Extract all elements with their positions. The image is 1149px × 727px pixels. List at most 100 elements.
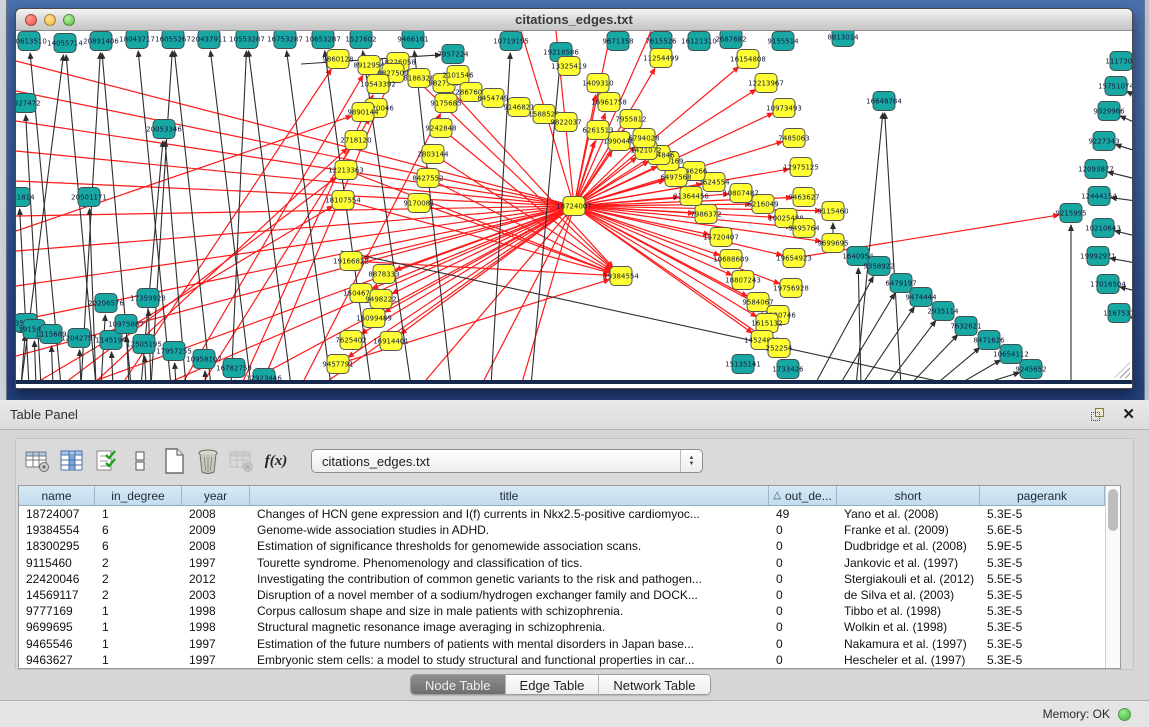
graph-node-label: 16099489 [356,315,392,323]
table-cell: 5.9E-5 [980,538,1105,554]
table-cell: Estimation of the future numbers of pati… [250,636,769,652]
column-header-in_degree[interactable]: in_degree [95,486,182,505]
graph-node-label: 7986372 [690,211,721,219]
table-settings-button[interactable] [21,445,55,477]
graph-node-label: 9115460 [817,208,848,216]
graph-node-label: 17359928 [130,295,166,303]
graph-node-label: 10973493 [766,105,802,113]
delete-table-icon [229,449,255,473]
table-cell: 18724007 [19,506,95,522]
table-cell: 1997 [182,652,250,668]
table-cell: 14569117 [19,587,95,603]
graph-node-label: 10975887 [108,321,144,329]
graph-node-label: 14055714 [47,40,83,48]
table-row[interactable]: 977716911998Corpus callosum shape and si… [19,603,1105,619]
table-panel: Table Panel ✕ [0,400,1149,727]
table-cell: 1997 [182,636,250,652]
tab-network-table[interactable]: Network Table [599,675,709,694]
column-header-name[interactable]: name [19,486,95,505]
graph-node-label: 252254 [766,345,793,353]
graph-node-label: 9822037 [550,119,581,127]
table-source-select[interactable]: citations_edges.txt ▲ ▼ [311,449,703,473]
table-cell: 6 [95,538,182,554]
table-cell: 18300295 [19,538,95,554]
table-row[interactable]: 1872400712008Changes of HCN gene express… [19,506,1105,522]
table-cell: 1998 [182,619,250,635]
panel-title: Table Panel [10,407,1091,422]
graph-node-label: 10719195 [493,38,529,46]
graph-node-label: 9474444 [905,294,937,302]
graph-node-label: 16961758 [591,99,627,107]
delete-table-button[interactable] [225,445,259,477]
table-cell: 9115460 [19,555,95,571]
graph-node-label: 9463627 [788,194,819,202]
graph-node-label: 7957224 [437,51,469,59]
table-row[interactable]: 1830029562008Estimation of significance … [19,538,1105,554]
delete-attribute-button[interactable] [191,445,225,477]
graph-node-label: 11254499 [643,55,679,63]
new-file-icon [162,448,186,474]
table-tabs: Node TableEdge TableNetwork Table [410,674,711,695]
graph-node-label: 19218586 [543,49,579,57]
table-cell: Dudbridge et al. (2008) [837,538,980,554]
graph-node-label: 6794028 [628,135,659,143]
graph-edge [145,356,146,380]
tab-node-table[interactable]: Node Table [411,675,506,694]
close-panel-icon[interactable]: ✕ [1122,407,1135,422]
zoom-window-icon[interactable] [63,14,75,26]
table-row[interactable]: 1456911722003Disruption of a novel membe… [19,587,1105,603]
table-cell: Disruption of a novel member of a sodium… [250,587,769,603]
graph-edge [1120,116,1132,123]
show-columns-button[interactable] [55,445,89,477]
table-cell: 1 [95,619,182,635]
graph-node-label: 9495764 [788,225,820,233]
network-canvas[interactable]: 2061351014055714208914061804371716055267… [16,31,1132,384]
scrollbar-thumb[interactable] [1108,489,1118,531]
table-row[interactable]: 946362711997Embryonic stem cells: a mode… [19,652,1105,668]
close-window-icon[interactable] [25,14,37,26]
function-builder-button[interactable]: f(x) [259,445,293,477]
column-header-title[interactable]: title [250,486,769,505]
table-cell: Corpus callosum shape and size in male p… [250,603,769,619]
table-scrollbar[interactable] [1105,486,1120,668]
graph-node-label: 16914401 [373,338,409,346]
column-header-short[interactable]: short [837,486,980,505]
graph-node-label: 7632621 [950,323,981,331]
table-cell: 0 [769,587,837,603]
graph-edge [241,206,574,380]
graph-node-label: 18724007 [556,203,592,211]
select-attributes-button[interactable] [89,445,123,477]
table-row[interactable]: 2242004622012Investigating the contribut… [19,571,1105,587]
graph-node-label: 6479197 [885,280,916,288]
table-cell: 0 [769,571,837,587]
network-window-titlebar[interactable]: citations_edges.txt [16,9,1132,31]
new-table-button[interactable] [157,445,191,477]
table-row[interactable]: 1938455462009Genome-wide association stu… [19,522,1105,538]
row-height-button[interactable] [123,445,157,477]
graph-node-label: 9890144 [347,109,379,117]
table-settings-icon [25,449,51,473]
float-panel-icon[interactable] [1091,408,1106,422]
graph-node-label: 9466161 [397,36,428,44]
graph-node-label: 17957255 [156,348,192,356]
minimize-window-icon[interactable] [44,14,56,26]
table-row[interactable]: 911546021997Tourette syndrome. Phenomeno… [19,555,1105,571]
table-panel-body: f(x) citations_edges.txt ▲ ▼ namein_degr… [15,438,1134,670]
table-row[interactable]: 946554611997Estimation of the future num… [19,636,1105,652]
table-cell: 0 [769,652,837,668]
column-header-out_de[interactable]: △out_de... [769,486,837,505]
tab-edge-table[interactable]: Edge Table [506,675,600,694]
table-cell: 2 [95,587,182,603]
graph-edge [16,206,574,216]
table-cell: 0 [769,538,837,554]
table-cell: 2 [95,555,182,571]
graph-edge [885,113,901,380]
graph-node-label: 10654112 [993,351,1029,359]
column-header-year[interactable]: year [182,486,250,505]
graph-node-label: 8454749 [477,95,508,103]
column-header-pagerank[interactable]: pagerank [980,486,1105,505]
table-cell: 49 [769,506,837,522]
graph-node-label: 7485063 [778,135,809,143]
graph-node-label: 9327472 [16,100,41,108]
table-row[interactable]: 969969511998Structural magnetic resonanc… [19,619,1105,635]
